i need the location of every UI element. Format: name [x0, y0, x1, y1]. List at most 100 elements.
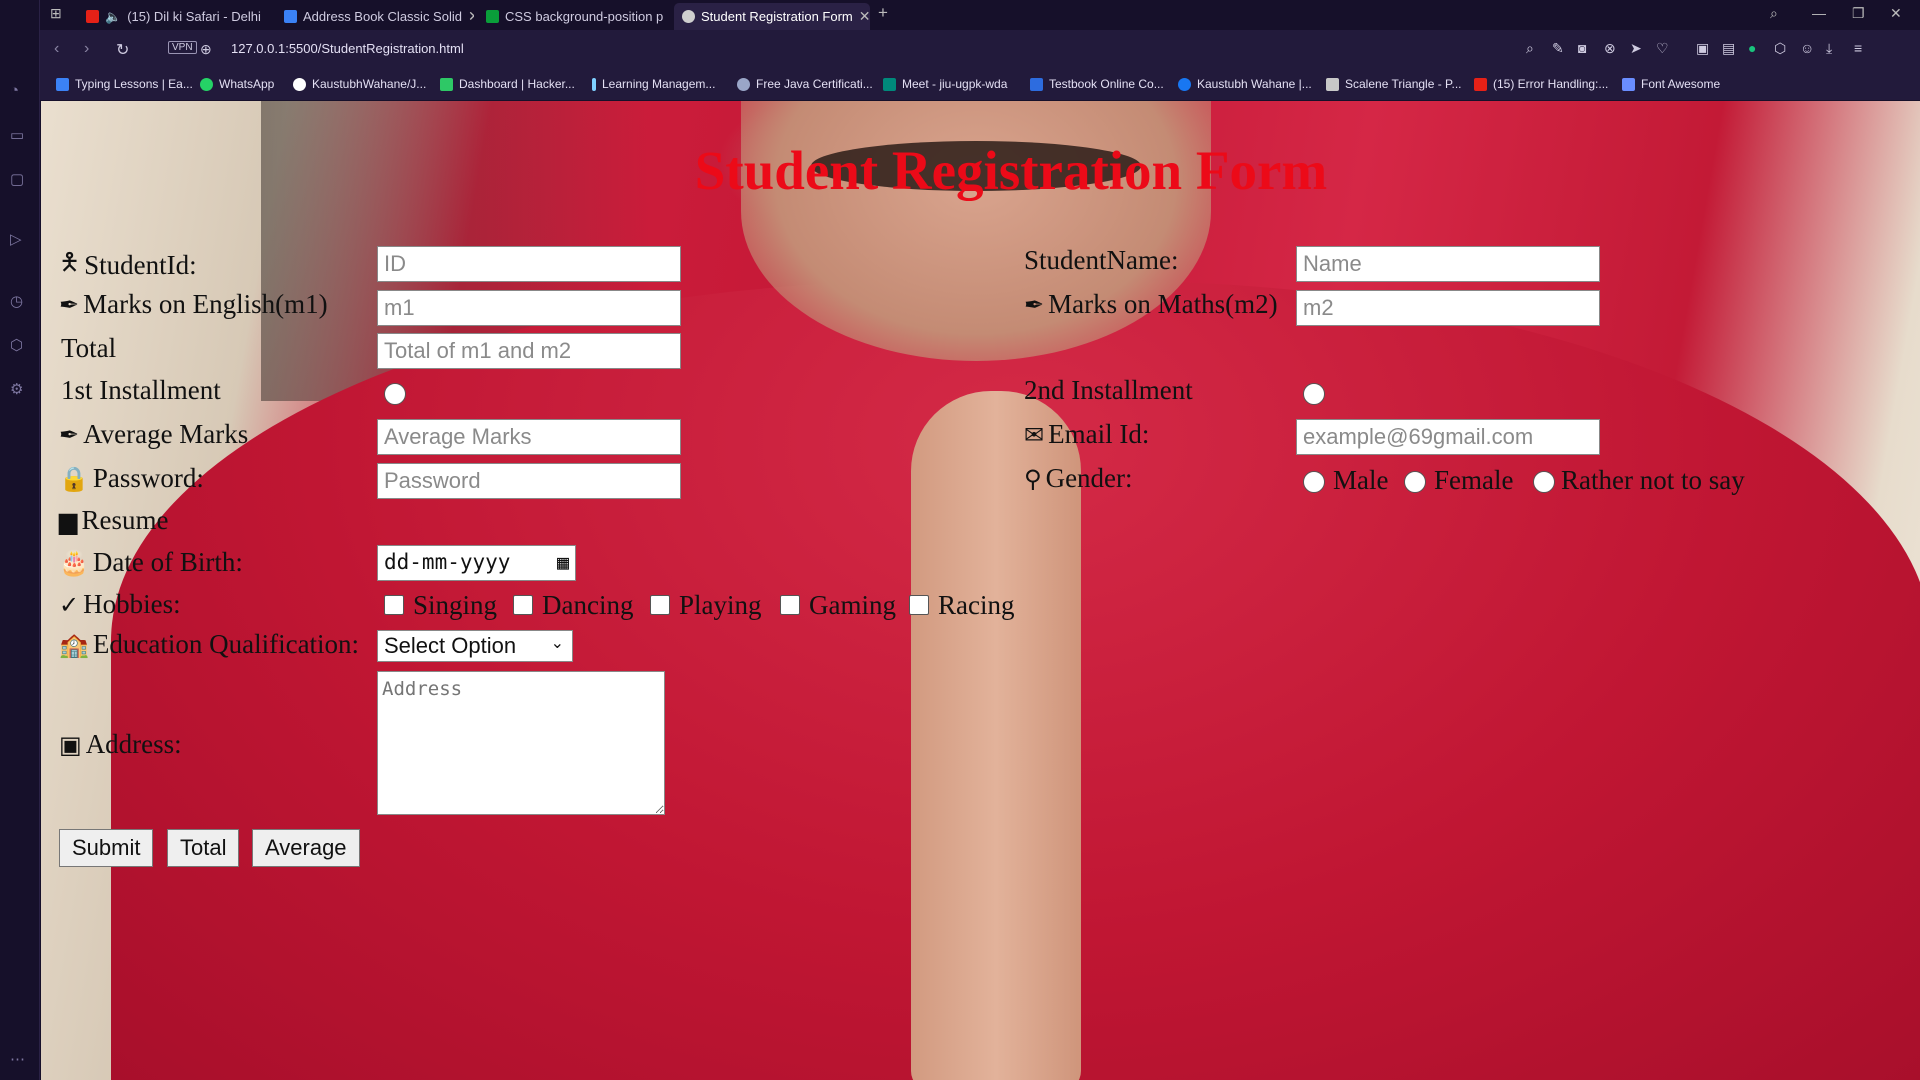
more-icon[interactable]: ⋯	[10, 1050, 25, 1068]
total-input[interactable]	[377, 333, 681, 369]
new-tab-button[interactable]: +	[878, 3, 888, 23]
total-button[interactable]: Total	[167, 829, 240, 867]
average-input[interactable]	[377, 419, 681, 455]
send-icon[interactable]: ➤	[1630, 40, 1642, 57]
hobby-gaming-checkbox[interactable]	[780, 595, 800, 615]
page-viewport: Student Registration Form 🯅StudentId: St…	[41, 101, 1920, 1080]
installment-1-radio[interactable]	[384, 383, 406, 405]
hobby-dancing-checkbox[interactable]	[513, 595, 533, 615]
tab-student-registration[interactable]: Student Registration Form ✕	[674, 3, 870, 30]
workspaces-icon[interactable]: ⊞	[50, 5, 62, 22]
bookmark-github[interactable]: KaustubhWahane/J...	[293, 77, 426, 91]
vpn-badge[interactable]: VPN	[168, 41, 197, 54]
m1-input[interactable]	[377, 290, 681, 326]
hobby-singing-checkbox[interactable]	[384, 595, 404, 615]
m2-label: ✒ Marks on Maths(m2)	[1024, 289, 1278, 320]
cube-icon[interactable]: ⬡	[1774, 40, 1786, 57]
bookmark-label: Dashboard | Hacker...	[459, 77, 575, 91]
search-tabs-icon[interactable]: ⌕	[1770, 5, 1778, 22]
grammarly-icon[interactable]: ●	[1748, 40, 1756, 56]
email-input[interactable]	[1296, 419, 1600, 455]
speed-dial-icon[interactable]: ◔	[10, 82, 19, 99]
url-field[interactable]: 127.0.0.1:5500/StudentRegistration.html	[231, 41, 464, 56]
chevron-down-icon: ⌄	[550, 635, 564, 652]
address-textarea[interactable]	[377, 671, 665, 815]
gender-male-radio[interactable]	[1303, 471, 1325, 493]
settings-icon[interactable]: ⚙	[10, 380, 23, 398]
student-name-input[interactable]	[1296, 246, 1600, 282]
bookmark-whatsapp[interactable]: WhatsApp	[200, 77, 274, 91]
bookmark-testbook[interactable]: Testbook Online Co...	[1030, 77, 1164, 91]
download-icon[interactable]: ⤓	[1826, 40, 1832, 57]
calendar-icon[interactable]: ▦	[557, 550, 569, 574]
close-icon[interactable]: ✕	[468, 8, 474, 25]
bookmark-typing[interactable]: Typing Lessons | Ea...	[56, 77, 193, 91]
bookmark-lms[interactable]: Learning Managem...	[592, 77, 715, 91]
extension-b-icon[interactable]: ▣	[1696, 40, 1709, 57]
bookmark-java[interactable]: Free Java Certificati...	[737, 77, 873, 91]
whatsapp-icon	[200, 77, 213, 91]
reload-icon[interactable]: ↻	[116, 40, 129, 60]
close-icon[interactable]: ✕	[267, 8, 268, 25]
menu-icon[interactable]: ≡	[1854, 40, 1862, 56]
education-select[interactable]: Select Option ⌄	[377, 630, 573, 662]
label-text: Address:	[85, 729, 182, 759]
tab-address-book[interactable]: Address Book Classic Solid ✕	[276, 3, 474, 30]
zoom-icon[interactable]: ⌕	[1526, 40, 1534, 57]
address-bar: ‹ › ↻ VPN ⊕ 127.0.0.1:5500/StudentRegist…	[40, 30, 1920, 70]
twitch-icon[interactable]: ▢	[10, 170, 24, 188]
bookmark-font-awesome[interactable]: Font Awesome	[1622, 77, 1720, 91]
average-button[interactable]: Average	[252, 829, 360, 867]
page-title: Student Registration Form	[694, 140, 1328, 201]
dob-input[interactable]: dd-mm-yyyy ▦	[377, 545, 576, 581]
hobby-playing-checkbox[interactable]	[650, 595, 670, 615]
window-close-icon[interactable]: ✕	[1890, 5, 1902, 22]
gender-other-radio[interactable]	[1533, 471, 1555, 493]
testbook-icon	[1030, 77, 1043, 91]
bookmark-scalene[interactable]: Scalene Triangle - P...	[1326, 77, 1462, 91]
bookmark-label: Typing Lessons | Ea...	[75, 77, 193, 91]
m1-label: ✒ Marks on English(m1)	[59, 289, 328, 320]
block-icon[interactable]: ⊗	[1604, 40, 1616, 57]
browser-window: ◎ ⊞ 🔈 (15) Dil ki Safari - Delhi ✕ Addre…	[0, 0, 1920, 1080]
lock-icon: 🔒	[59, 464, 89, 493]
profile-icon[interactable]: ☺	[1800, 40, 1814, 56]
student-id-input[interactable]	[377, 246, 681, 282]
submit-button[interactable]: Submit	[59, 829, 154, 867]
cube-icon[interactable]: ⬡	[10, 336, 23, 354]
heart-icon[interactable]: ♡	[1656, 40, 1669, 57]
close-icon[interactable]: ✕	[859, 8, 870, 25]
tab-youtube[interactable]: 🔈 (15) Dil ki Safari - Delhi ✕	[78, 3, 268, 30]
back-icon[interactable]: ‹	[54, 40, 59, 58]
briefcase-icon[interactable]: ▭	[10, 126, 24, 144]
gender-female-label: Female	[1434, 465, 1514, 495]
password-input[interactable]	[377, 463, 681, 499]
bookmark-meet[interactable]: Meet - jiu-ugpk-wda	[883, 77, 1007, 91]
installment-2-radio[interactable]	[1303, 383, 1325, 405]
m2-input[interactable]	[1296, 290, 1600, 326]
camera-icon[interactable]: ◙	[1578, 40, 1586, 56]
bookmark-label: Testbook Online Co...	[1049, 77, 1164, 91]
github-icon	[293, 77, 306, 91]
site-info-icon[interactable]: ⊕	[200, 41, 212, 58]
minimize-icon[interactable]: —	[1812, 5, 1826, 21]
bookmark-error-handling[interactable]: (15) Error Handling:...	[1474, 77, 1608, 91]
bookmark-hackerrank[interactable]: Dashboard | Hacker...	[440, 77, 575, 91]
hobby-racing-checkbox[interactable]	[909, 595, 929, 615]
total-label: Total	[61, 333, 117, 363]
extension-se-icon[interactable]: ▤	[1722, 40, 1735, 57]
youtube-icon	[86, 10, 99, 23]
tab-css-background[interactable]: CSS background-position p ✕	[478, 3, 670, 30]
gender-female-radio[interactable]	[1404, 471, 1426, 493]
pen-icon: ✒	[59, 420, 80, 449]
email-label: ✉ Email Id:	[1024, 419, 1149, 450]
bookmark-facebook[interactable]: Kaustubh Wahane |...	[1178, 77, 1312, 91]
bookmark-label: KaustubhWahane/J...	[312, 77, 427, 91]
restore-icon[interactable]: ❐	[1852, 5, 1865, 22]
history-icon[interactable]: ◷	[10, 292, 23, 310]
player-icon[interactable]: ▷	[10, 230, 22, 248]
close-icon[interactable]: ✕	[669, 8, 670, 25]
forward-icon[interactable]: ›	[84, 40, 89, 58]
gender-icon: ⚲	[1024, 464, 1042, 493]
edit-icon[interactable]: ✎	[1552, 40, 1564, 57]
